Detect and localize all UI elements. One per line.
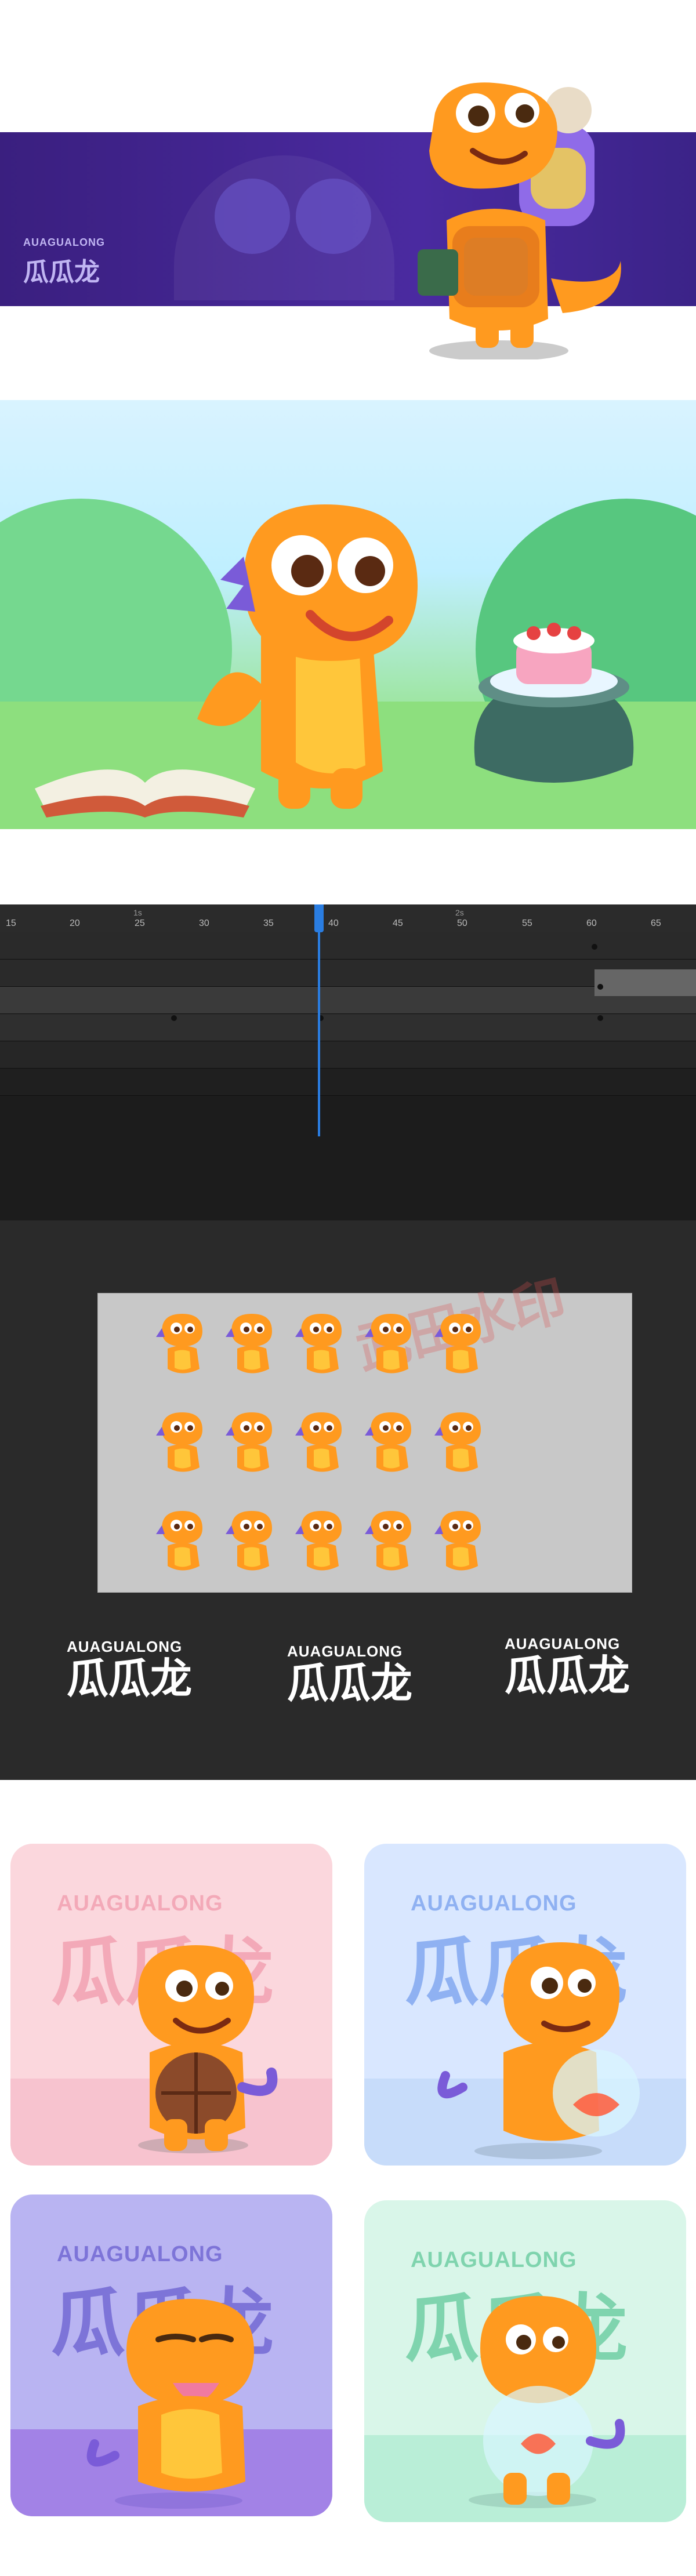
book bbox=[35, 769, 255, 818]
timeline-track[interactable] bbox=[0, 1041, 696, 1069]
logo-small: AUAGUALONG bbox=[287, 1643, 403, 1660]
logo: AUAGUALONG 瓜瓜龙 bbox=[505, 1635, 630, 1697]
dino-backpack-illustration bbox=[418, 82, 621, 359]
timeline-tick: 50 bbox=[457, 918, 467, 928]
sprite-frame bbox=[295, 1314, 342, 1374]
banner-logo-small: AUAGUALONG bbox=[23, 237, 105, 248]
sprite-frame bbox=[156, 1412, 202, 1472]
timeline-tick: 55 bbox=[522, 918, 532, 928]
sprite-frame bbox=[295, 1412, 342, 1472]
timeline-tick: 15 bbox=[6, 918, 16, 928]
timeline-tick: 30 bbox=[199, 918, 209, 928]
dino-basketball bbox=[138, 1945, 278, 2153]
timeline-second-label: 2s bbox=[455, 908, 464, 917]
sprite-frame bbox=[365, 1314, 411, 1374]
sprite-frame bbox=[365, 1412, 411, 1472]
brand-card-blue: AUAGUALONG 瓜瓜龙 bbox=[364, 1844, 686, 2166]
timeline-track[interactable] bbox=[0, 960, 696, 987]
banner-eye-left bbox=[215, 179, 290, 254]
logo-big: 瓜瓜龙 bbox=[287, 1661, 413, 1707]
timeline-selection[interactable] bbox=[594, 969, 696, 996]
brand-card-pink: AUAGUALONG 瓜瓜龙 bbox=[10, 1844, 332, 2166]
timeline-track[interactable] bbox=[0, 1014, 696, 1041]
logo: AUAGUALONG 瓜瓜龙 bbox=[67, 1638, 192, 1700]
sprite-frame bbox=[434, 1511, 481, 1571]
banner-eye-right bbox=[296, 179, 371, 254]
sprite-frame bbox=[226, 1412, 272, 1472]
banner-logo-big: 瓜瓜龙 bbox=[23, 258, 100, 286]
animation-timeline: 1s 2s 15 20 25 30 35 40 45 50 55 60 65 bbox=[0, 904, 696, 1220]
sprite-frame bbox=[226, 1511, 272, 1571]
sprite-frame bbox=[295, 1511, 342, 1571]
sprite-frame bbox=[434, 1314, 481, 1374]
logo-small: AUAGUALONG bbox=[505, 1635, 621, 1652]
timeline-tick: 25 bbox=[135, 918, 145, 928]
dino-goldfish-bowl bbox=[469, 2296, 625, 2508]
keyframe[interactable] bbox=[171, 1015, 177, 1021]
dino-tongue bbox=[86, 2299, 254, 2509]
brand-card-purple: AUAGUALONG 瓜瓜龙 bbox=[10, 2194, 332, 2516]
timeline-tick: 40 bbox=[328, 918, 339, 928]
logo: AUAGUALONG 瓜瓜龙 bbox=[287, 1643, 412, 1705]
logo-big: 瓜瓜龙 bbox=[67, 1656, 193, 1702]
keyframe[interactable] bbox=[597, 1015, 603, 1021]
sprite-frame bbox=[434, 1412, 481, 1472]
keyframe[interactable] bbox=[597, 984, 603, 990]
brand-card-mint: AUAGUALONG 瓜瓜龙 bbox=[364, 2200, 686, 2522]
logo-big: 瓜瓜龙 bbox=[505, 1653, 630, 1699]
timeline-tick: 20 bbox=[70, 918, 80, 928]
sprite-frame bbox=[156, 1511, 202, 1571]
timeline-track[interactable] bbox=[0, 987, 696, 1014]
timeline-second-label: 1s bbox=[133, 908, 142, 917]
timeline-track[interactable] bbox=[0, 1069, 696, 1096]
dino-fishbowl bbox=[437, 1942, 640, 2159]
timeline-tick: 65 bbox=[651, 918, 661, 928]
timeline-ruler: 1s 2s 15 20 25 30 35 40 45 50 55 60 65 bbox=[0, 904, 696, 933]
playhead[interactable] bbox=[318, 904, 320, 1136]
banner-logo: AUAGUALONG 瓜瓜龙 bbox=[23, 237, 105, 288]
sprite-and-logos-panel: 武田水印 bbox=[0, 1220, 696, 1780]
timeline-tick: 45 bbox=[393, 918, 403, 928]
sprite-frame bbox=[365, 1511, 411, 1571]
sprite-frame bbox=[226, 1314, 272, 1374]
sprite-frame bbox=[156, 1314, 202, 1374]
keyframe[interactable] bbox=[592, 944, 597, 950]
scene-illustration bbox=[0, 400, 696, 829]
logo-small: AUAGUALONG bbox=[67, 1638, 183, 1655]
sprite-sheet: 武田水印 bbox=[97, 1271, 632, 1593]
cake-stump bbox=[474, 623, 634, 783]
timeline-tick: 35 bbox=[263, 918, 274, 928]
timeline-tick: 60 bbox=[586, 918, 597, 928]
